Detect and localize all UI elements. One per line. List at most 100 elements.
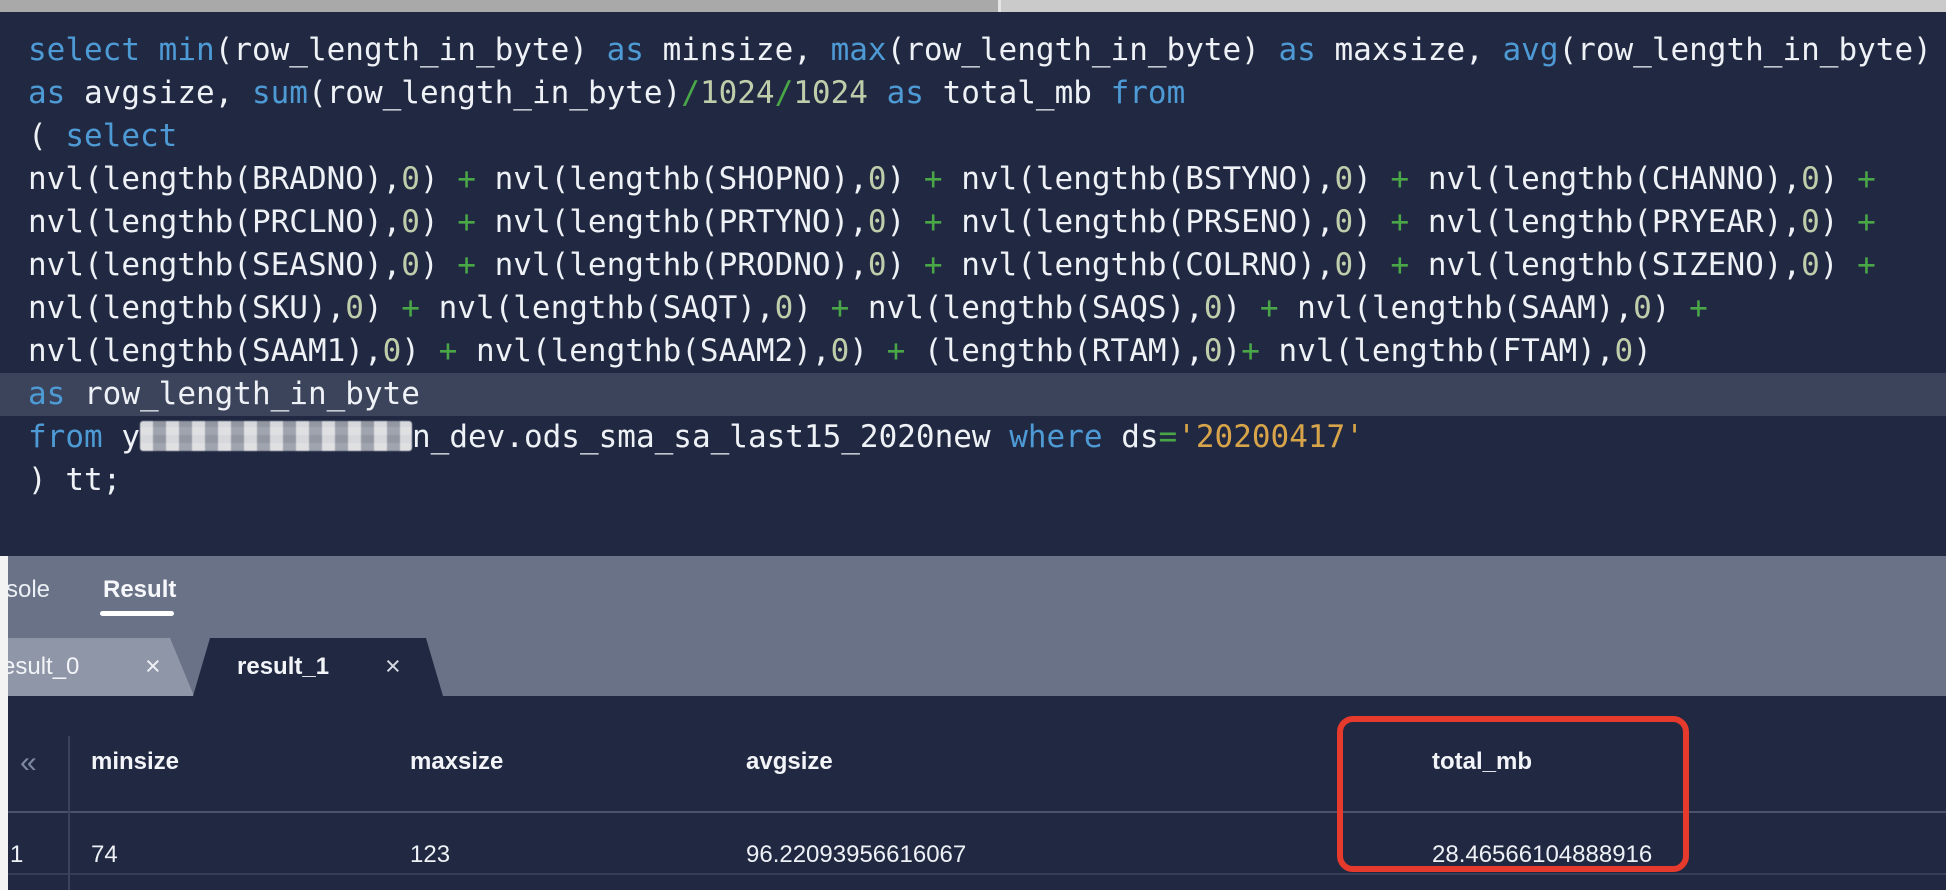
code-token: ) (1819, 204, 1858, 240)
titlebar-segment-right (1001, 0, 1946, 12)
code-token: nvl(lengthb(PRYEAR), (1409, 204, 1802, 240)
code-line: as row_length_in_byte (0, 373, 1946, 416)
code-token: nvl(lengthb(COLRNO), (942, 247, 1335, 283)
code-token: maxsize, (1334, 32, 1503, 68)
code-token: min (158, 32, 215, 68)
code-token: ) (886, 247, 924, 283)
code-token: ) (1222, 290, 1260, 326)
code-token: nvl(lengthb(SEASNO), (28, 247, 402, 283)
code-token: ) (363, 290, 402, 326)
code-token: + (830, 290, 850, 326)
code-token: ) (1353, 204, 1391, 240)
code-token: 0 (1203, 333, 1223, 369)
code-token: ) (419, 161, 458, 197)
code-token: 0 (1633, 290, 1652, 326)
code-token: as (28, 75, 84, 111)
result-tab-1[interactable]: result_1 × (193, 638, 443, 696)
code-token: 0 (382, 333, 402, 369)
code-token: + (1241, 333, 1260, 369)
result-tab-0[interactable]: esult_0 × (8, 638, 194, 696)
code-token: select (65, 118, 178, 154)
code-line: from y n_dev.ods_sma_sa_last15_2020new wh… (28, 416, 1946, 459)
code-token: nvl(lengthb(BSTYNO), (942, 161, 1335, 197)
code-token: 0 (1334, 161, 1354, 197)
code-token: 0 (1334, 247, 1354, 283)
cell-minsize: 74 (91, 841, 118, 868)
code-token: + (1390, 247, 1410, 283)
code-token: ) (1819, 161, 1858, 197)
column-header-avgsize[interactable]: avgsize (746, 748, 833, 776)
titlebar-segment-left (0, 0, 998, 12)
code-token: ) (849, 333, 887, 369)
code-token: nvl(lengthb(SAAM2), (457, 333, 831, 369)
code-token: + (1857, 247, 1876, 283)
code-token: 0 (401, 247, 420, 283)
code-line: as avgsize, sum(row_length_in_byte)/1024… (28, 72, 1946, 115)
result-tabs-row: esult_0 × result_1 × (8, 638, 1946, 696)
code-token: 0 (401, 161, 420, 197)
code-token: '20200417' (1177, 419, 1364, 455)
code-token: n_dev.ods_sma_sa_last15_2020new (412, 419, 1010, 455)
code-token: nvl(lengthb(SKU), (28, 290, 346, 326)
code-token: nvl(lengthb(FTAM), (1259, 333, 1615, 369)
code-token: nvl(lengthb(CHANNO), (1409, 161, 1802, 197)
code-token: 1024 (699, 75, 775, 111)
code-token: nvl(lengthb(PRODNO), (475, 247, 868, 283)
tab-console[interactable]: sole (8, 576, 50, 604)
code-token: + (923, 247, 943, 283)
code-token: + (457, 204, 476, 240)
code-token: ) (401, 333, 439, 369)
code-token: nvl(lengthb(PRTYNO), (475, 204, 868, 240)
code-token: / (681, 75, 700, 111)
code-token: + (923, 204, 943, 240)
code-token: 0 (1614, 333, 1634, 369)
code-line: nvl(lengthb(SKU),0) + nvl(lengthb(SAQT),… (28, 287, 1946, 330)
code-token: nvl(lengthb(PRSENO), (942, 204, 1335, 240)
code-token: ) (1222, 333, 1242, 369)
code-token: + (923, 161, 943, 197)
code-token: nvl(lengthb(SIZENO), (1409, 247, 1802, 283)
code-token: nvl(lengthb(PRCLNO), (28, 204, 402, 240)
code-token: 1024 (793, 75, 868, 111)
code-token: + (1390, 204, 1410, 240)
console-result-tab-bar: sole Result (8, 556, 1946, 638)
code-line: ) tt; (28, 459, 1946, 502)
cell-maxsize: 123 (410, 841, 451, 868)
code-token: ) (886, 161, 924, 197)
code-token: nvl(lengthb(SAAM1), (28, 333, 383, 369)
code-token: nvl(lengthb(BRADNO), (28, 161, 402, 197)
code-token: + (457, 161, 476, 197)
code-token: sum (251, 75, 308, 111)
code-token: row_length_in_byte (84, 376, 420, 412)
code-token: avgsize, (84, 75, 252, 111)
code-token: + (1689, 290, 1708, 326)
code-line: select min(row_length_in_byte) as minsiz… (28, 29, 1946, 72)
column-header-maxsize[interactable]: maxsize (410, 748, 503, 776)
code-token: ) (419, 204, 458, 240)
code-line: nvl(lengthb(SEASNO),0) + nvl(lengthb(PRO… (28, 244, 1946, 287)
code-token: ) (419, 247, 458, 283)
code-token: 0 (1801, 247, 1820, 283)
code-token: 0 (1801, 204, 1820, 240)
close-icon[interactable]: × (145, 652, 161, 680)
column-header-minsize[interactable]: minsize (91, 748, 179, 776)
sql-editor[interactable]: select min(row_length_in_byte) as minsiz… (0, 12, 1946, 556)
collapse-columns-icon[interactable]: « (20, 747, 37, 779)
code-token: total_mb (942, 75, 1111, 111)
close-icon[interactable]: × (385, 652, 401, 680)
tab-result[interactable]: Result (103, 576, 176, 604)
code-line: ( select (28, 115, 1946, 158)
red-highlight-annotation (1337, 716, 1689, 872)
code-token: + (886, 333, 906, 369)
code-token: 0 (867, 204, 887, 240)
window-edge-strip (0, 556, 8, 890)
code-area[interactable]: select min(row_length_in_byte) as minsiz… (0, 29, 1946, 502)
code-token: (lengthb(RTAM), (905, 333, 1204, 369)
code-token: nvl(lengthb(SAAM), (1278, 290, 1634, 326)
code-token: + (1857, 204, 1876, 240)
cell-avgsize: 96.22093956616067 (746, 841, 967, 868)
code-token: (row_length_in_byte) (307, 75, 682, 111)
redacted-text-blur (140, 421, 412, 451)
result-tab-0-label: esult_0 (8, 653, 80, 680)
